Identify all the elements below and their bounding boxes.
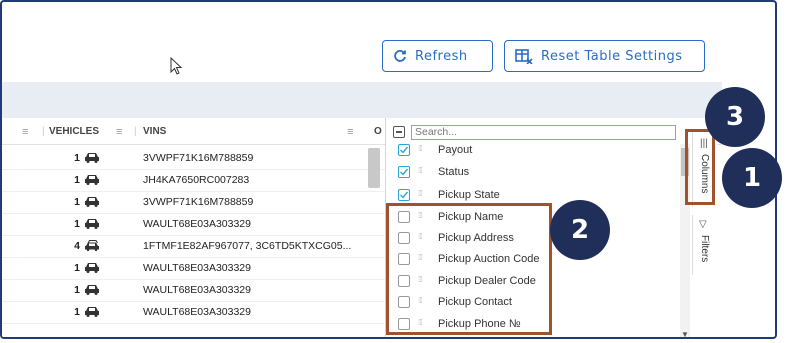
header-vins[interactable]: VINS xyxy=(143,126,166,137)
vehicle-count: 1 xyxy=(74,306,80,318)
table-row[interactable]: 1 WAULT68E03A303329 xyxy=(2,258,392,280)
table-row[interactable]: 1 WAULT68E03A303329 xyxy=(2,302,392,324)
table-row[interactable]: 1 3VWPF71K16M788859 xyxy=(2,148,392,170)
column-item-payout[interactable]: ⁞⁞⁞ Payout xyxy=(396,140,676,161)
reset-table-settings-button[interactable]: Reset Table Settings xyxy=(504,40,705,72)
highlight-box-columns-list xyxy=(386,203,552,335)
column-menu-icon[interactable]: ≡ xyxy=(116,126,122,138)
step-badge-1: 1 xyxy=(722,148,782,208)
vehicle-count: 1 xyxy=(74,152,80,164)
app-window: Refresh Reset Table Settings ≡ | VEHICLE… xyxy=(0,0,777,339)
column-checkbox[interactable] xyxy=(398,144,410,156)
car-icon xyxy=(84,196,100,210)
multi-car-icon xyxy=(84,240,100,254)
column-checkbox[interactable] xyxy=(398,189,410,201)
header-divider: | xyxy=(42,126,45,137)
column-item-status[interactable]: ⁞⁞⁞ Status xyxy=(396,162,676,183)
column-label: Status xyxy=(438,166,470,178)
refresh-icon xyxy=(393,49,407,63)
table-row[interactable]: 1 3VWPF71K16M788859 xyxy=(2,192,392,214)
mouse-cursor-icon xyxy=(170,56,184,82)
table-scrollbar[interactable] xyxy=(368,148,380,188)
car-icon xyxy=(84,306,100,320)
car-icon xyxy=(84,262,100,276)
header-divider: | xyxy=(134,126,137,137)
vin-cell: JH4KA7650RC007283 xyxy=(143,174,250,186)
vin-cell: 1FTMF1E82AF967077, 3C6TD5KTXCG05... xyxy=(143,240,352,252)
vin-cell: 3VWPF71K16M788859 xyxy=(143,152,254,164)
vin-cell: WAULT68E03A303329 xyxy=(143,284,251,296)
column-search-input[interactable]: Search... xyxy=(411,125,676,140)
step-badge-2: 2 xyxy=(550,200,610,260)
reset-table-settings-label: Reset Table Settings xyxy=(541,48,683,64)
drag-handle-icon[interactable]: ⁞⁞⁞ xyxy=(418,166,423,175)
vin-cell: 3VWPF71K16M788859 xyxy=(143,196,254,208)
car-icon xyxy=(84,152,100,166)
highlight-box-columns-tab xyxy=(685,129,715,205)
filter-icon: ▽ xyxy=(699,219,707,230)
vin-cell: WAULT68E03A303329 xyxy=(143,218,251,230)
vin-cell: WAULT68E03A303329 xyxy=(143,262,251,274)
header-partial[interactable]: O xyxy=(374,126,382,137)
vehicle-count: 1 xyxy=(74,196,80,208)
column-menu-icon[interactable]: ≡ xyxy=(22,126,28,138)
car-icon xyxy=(84,284,100,298)
table-row[interactable]: 1 JH4KA7650RC007283 xyxy=(2,170,392,192)
column-label: Payout xyxy=(438,144,473,156)
car-icon xyxy=(84,174,100,188)
column-checkbox[interactable] xyxy=(398,166,410,178)
vehicle-count: 1 xyxy=(74,174,80,186)
tab-filters-label: Filters xyxy=(699,235,710,263)
table-row[interactable]: 4 1FTMF1E82AF967077, 3C6TD5KTXCG05... xyxy=(2,236,392,258)
vehicle-count: 1 xyxy=(74,284,80,296)
column-menu-icon[interactable]: ≡ xyxy=(347,126,353,138)
table-row[interactable]: 1 WAULT68E03A303329 xyxy=(2,214,392,236)
tab-filters[interactable]: ▽ Filters xyxy=(692,215,717,275)
refresh-button[interactable]: Refresh xyxy=(382,40,493,72)
vin-cell: WAULT68E03A303329 xyxy=(143,306,251,318)
drag-handle-icon[interactable]: ⁞⁞⁞ xyxy=(418,144,423,153)
vehicle-count: 4 xyxy=(74,240,80,252)
column-label: Pickup State xyxy=(438,189,500,201)
drag-handle-icon[interactable]: ⁞⁞⁞ xyxy=(418,189,423,198)
step-badge-3: 3 xyxy=(705,87,765,147)
select-all-checkbox[interactable] xyxy=(393,126,405,138)
refresh-label: Refresh xyxy=(415,48,468,64)
table-reset-icon xyxy=(515,48,533,64)
table-toolbar-band xyxy=(2,82,722,118)
car-icon xyxy=(84,218,100,232)
table-row[interactable]: 1 WAULT68E03A303329 xyxy=(2,280,392,302)
header-vehicles[interactable]: VEHICLES xyxy=(49,126,99,137)
vehicle-count: 1 xyxy=(74,262,80,274)
scroll-down-icon[interactable]: ▼ xyxy=(681,330,689,337)
vehicle-count: 1 xyxy=(74,218,80,230)
